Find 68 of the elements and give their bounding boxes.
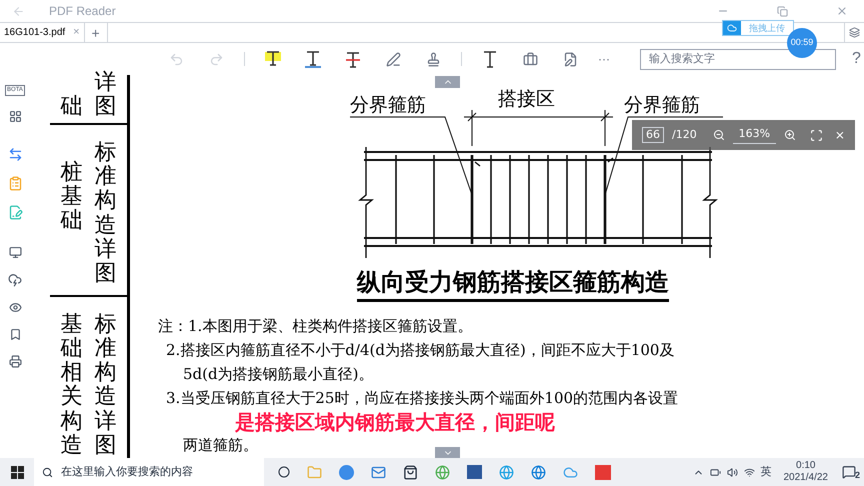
- cloud-icon[interactable]: [8, 273, 22, 287]
- redo-icon: [208, 52, 224, 66]
- highlight-t-icon: [265, 50, 281, 68]
- page-total: /120: [672, 126, 697, 143]
- figure-title: 纵向受力钢筋搭接区箍筋构造: [357, 265, 669, 302]
- note-text: 5d(d为搭接钢筋最小直径)。: [183, 364, 374, 385]
- task-view-icon[interactable]: [278, 466, 290, 478]
- network-icon[interactable]: [744, 466, 754, 478]
- windows-logo-icon: [10, 466, 24, 478]
- store-icon[interactable]: [403, 464, 418, 480]
- taskbar-search-field[interactable]: 在这里输入你要搜索的内容: [34, 458, 264, 486]
- notes-label: 注：: [158, 316, 188, 337]
- grid-icon[interactable]: [8, 110, 22, 123]
- chapter-label: 础: [60, 94, 82, 119]
- volume-icon[interactable]: [726, 466, 738, 478]
- tab-close-button[interactable]: ×: [73, 24, 80, 41]
- page-number-field[interactable]: 66: [642, 127, 664, 143]
- notification-count: 2: [854, 468, 860, 482]
- chapter-label: 详图: [94, 70, 116, 119]
- cloud-app-icon[interactable]: [563, 464, 578, 480]
- chapter-label: 标准构造详图: [94, 141, 116, 288]
- t-icon: [483, 50, 497, 68]
- stirrup-label: 分界箍筋: [624, 93, 700, 118]
- more-button[interactable]: ···: [598, 50, 610, 68]
- notification-button[interactable]: 2: [840, 465, 858, 479]
- swap-arrows-icon[interactable]: [8, 147, 22, 162]
- help-button[interactable]: ?: [852, 47, 861, 71]
- notification-icon: [842, 465, 856, 479]
- stamp-icon: [426, 52, 440, 66]
- cloud-icon: [727, 23, 737, 33]
- note-text: 两道箍筋。: [183, 435, 258, 456]
- battery-icon[interactable]: [710, 466, 720, 478]
- close-icon[interactable]: [836, 5, 848, 17]
- search-icon: [42, 466, 53, 478]
- chapter-label: 桩基础: [60, 161, 82, 236]
- close-zoom-button[interactable]: ×: [834, 126, 845, 144]
- briefcase-icon: [522, 52, 538, 66]
- file-edit-icon: [562, 52, 578, 66]
- strikethrough-t-icon: [345, 50, 361, 68]
- fit-page-icon[interactable]: [810, 128, 823, 142]
- browser-icon[interactable]: [499, 464, 514, 480]
- print-icon[interactable]: [8, 355, 22, 368]
- chapter-label: 基础相关构造: [60, 312, 82, 458]
- note-text: 3.当受压钢筋直径大于25时，尚应在搭接接头两个端面外100的范围内各设置: [166, 388, 678, 409]
- note-text: 2.搭接区内箍筋直径不小于d/4(d为搭接钢筋最大直径)，间距不应大于100及: [166, 340, 674, 361]
- note-text: 1.本图用于梁、柱类构件搭接区箍筋设置。: [188, 316, 472, 337]
- restore-icon[interactable]: [777, 6, 788, 16]
- window-title: PDF Reader: [49, 3, 116, 20]
- search-field[interactable]: 输入搜索文字: [640, 48, 836, 70]
- mail-icon[interactable]: [371, 464, 386, 480]
- ime-indicator[interactable]: 英: [760, 464, 772, 480]
- undo-icon: [168, 52, 184, 66]
- monitor-icon[interactable]: [8, 246, 22, 259]
- lap-zone-label: 搭接区: [498, 87, 555, 112]
- bookmark-icon[interactable]: [8, 328, 22, 341]
- underline-t-icon: [305, 50, 321, 68]
- zoom-in-icon[interactable]: [784, 129, 796, 141]
- video-subtitle: 是搭接区域内钢筋最大直径，间距呢: [235, 411, 555, 433]
- eye-icon[interactable]: [8, 301, 22, 314]
- clock-time: 0:10: [796, 460, 816, 472]
- browser-icon[interactable]: [435, 464, 450, 480]
- new-tab-button[interactable]: +: [84, 23, 108, 42]
- stirrup-label: 分界箍筋: [350, 93, 426, 118]
- clock-date: 2021/4/22: [784, 472, 828, 484]
- chapter-label: 标准构造详图: [94, 312, 116, 458]
- zoom-level[interactable]: 163%: [732, 126, 776, 144]
- zoom-out-icon[interactable]: [712, 129, 725, 141]
- pen-icon: [386, 52, 400, 66]
